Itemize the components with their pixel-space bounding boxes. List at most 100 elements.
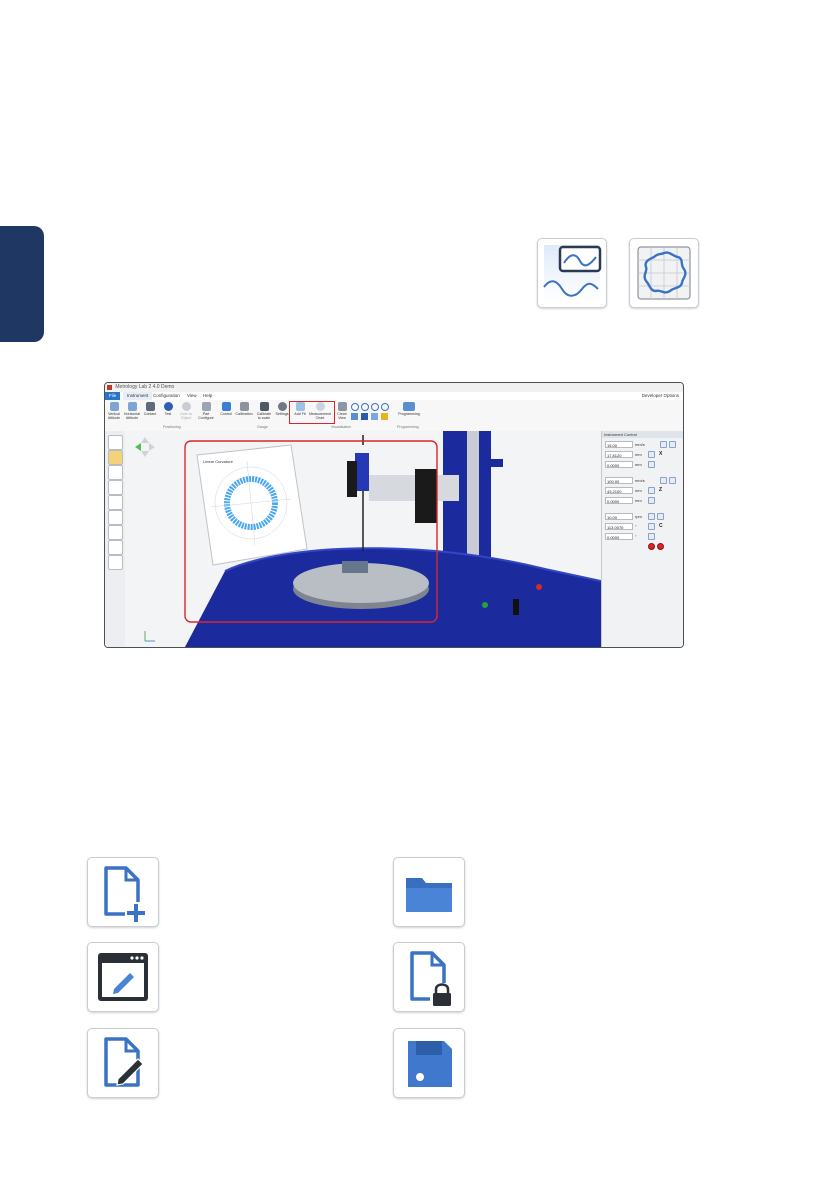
z-step-icon[interactable] (648, 497, 655, 504)
view-side-icon[interactable] (361, 413, 368, 420)
edit-file-icon (104, 1037, 144, 1087)
z-move-icon[interactable] (648, 487, 655, 494)
developer-options-link[interactable]: Developer Options (642, 392, 679, 400)
locked-file-icon (410, 951, 454, 1009)
zoom-tools (351, 403, 393, 421)
group-label-positioning: Positioning (163, 425, 181, 429)
machine-scene: Linear Curvature (135, 431, 602, 647)
menu-configuration[interactable]: Configuration (149, 392, 184, 400)
c-step-icon[interactable] (648, 533, 655, 540)
z-position-unit: mm (635, 488, 642, 493)
tool-profile-icon[interactable] (108, 465, 123, 480)
tool-sphere-icon[interactable] (108, 510, 123, 525)
zoom-out-icon[interactable] (361, 403, 369, 411)
z-speed-field[interactable]: 100.00 (605, 477, 633, 484)
x-move-icon[interactable] (648, 451, 655, 458)
open-folder-tile[interactable] (393, 857, 465, 927)
c-rotate-cw-icon[interactable] (657, 513, 664, 520)
x-position-unit: mm (635, 452, 642, 457)
x-step-icon[interactable] (648, 461, 655, 468)
c-position-unit: ° (635, 524, 637, 529)
x-speed-unit: mm/s (635, 442, 645, 447)
open-folder-icon (406, 878, 452, 912)
edit-window-tile[interactable] (87, 942, 159, 1012)
instrument-control-panel: Instrument Control 15.00 mm/s 17.8120 mm… (601, 431, 683, 647)
tool-arc-icon[interactable] (108, 525, 123, 540)
3d-viewport[interactable]: Linear Curvature (125, 431, 602, 647)
tool-curve-icon[interactable] (108, 480, 123, 495)
tool-probe-icon[interactable] (108, 555, 123, 570)
zoom-fit-icon[interactable] (371, 403, 379, 411)
ribbon-horizontal-attitude[interactable]: Horizontal Attitude (123, 402, 141, 420)
view-front-icon[interactable] (351, 413, 358, 420)
x-step-unit: mm (635, 462, 642, 467)
tool-roundness-icon[interactable] (108, 435, 123, 450)
group-label-programming: Programming (397, 425, 419, 429)
ribbon-highlight-box (289, 401, 335, 424)
app-screenshot: Metrology Lab 2 4.0 Demo File Instrument… (104, 382, 684, 648)
c-axis-label: C (659, 523, 663, 529)
c-speed-unit: rpm (635, 514, 642, 519)
ribbon-part-configure[interactable]: Part Configure (197, 402, 215, 420)
left-tool-strip (105, 431, 126, 647)
zoom-window-icon[interactable] (381, 403, 389, 411)
z-position-field[interactable]: 43.2100 (605, 487, 633, 494)
ribbon-programming[interactable]: Programming (397, 402, 421, 416)
ribbon-test[interactable]: Test (159, 402, 177, 416)
z-step-field[interactable]: 0.0000 (605, 497, 633, 504)
window-title: Metrology Lab 2 4.0 Demo (115, 384, 175, 390)
c-stop-all-button[interactable] (657, 543, 664, 550)
profile-view-icon (543, 245, 602, 301)
save-tile[interactable] (393, 1028, 465, 1098)
z-axis-label: Z (659, 487, 663, 493)
roundness-chart-icon (637, 246, 691, 300)
z-step-unit: mm (635, 498, 642, 503)
ribbon-control[interactable]: Control (217, 402, 235, 416)
ribbon-over-to-object[interactable]: Over to Object (177, 402, 195, 420)
c-step-field[interactable]: 0.0000 (605, 533, 633, 540)
zoom-in-icon[interactable] (351, 403, 359, 411)
view-top-icon[interactable] (371, 413, 378, 420)
c-rotate-ccw-icon[interactable] (648, 513, 655, 520)
x-step-field[interactable]: 0.0000 (605, 461, 633, 468)
save-floppy-icon (408, 1041, 452, 1087)
edit-window-icon (98, 953, 148, 1001)
chart-overlay-title: Linear Curvature (203, 459, 234, 464)
tool-cylinder-icon[interactable] (108, 540, 123, 555)
z-speed-unit: mm/s (635, 478, 645, 483)
c-speed-field[interactable]: 10.00 (605, 513, 633, 520)
x-minus-button[interactable] (660, 441, 667, 448)
z-plus-button[interactable] (669, 477, 676, 484)
c-move-icon[interactable] (648, 523, 655, 530)
c-step-unit: ° (635, 534, 637, 539)
x-plus-button[interactable] (669, 441, 676, 448)
c-stop-button[interactable] (648, 543, 655, 550)
new-file-tile[interactable] (87, 857, 159, 927)
menu-instrument[interactable]: Instrument (123, 392, 153, 400)
new-file-icon (104, 866, 147, 924)
tool-points-icon[interactable] (108, 495, 123, 510)
view-iso-icon[interactable] (381, 413, 388, 420)
tool-measure-icon[interactable] (108, 450, 123, 465)
x-position-field[interactable]: 17.8120 (605, 451, 633, 458)
ribbon-vertical-attitude[interactable]: Vertical Attitude (105, 402, 123, 420)
chapter-side-tab (0, 226, 44, 342)
app-logo-icon (107, 385, 112, 390)
c-position-field[interactable]: 113.0070 (605, 523, 633, 530)
group-label-gauge: Gauge (257, 425, 268, 429)
ribbon-clean-view[interactable]: Clean View (333, 402, 351, 420)
x-axis-label: X (659, 451, 663, 457)
ribbon-calibration[interactable]: Calibration (235, 402, 253, 416)
locked-file-tile[interactable] (393, 942, 465, 1012)
ribbon-contact[interactable]: Contact (141, 402, 159, 416)
profile-view-tile[interactable] (537, 238, 607, 308)
menu-help[interactable]: Help (199, 392, 216, 400)
ribbon-calibrate-to-scale[interactable]: Calibrate to scale (255, 402, 273, 420)
edit-file-tile[interactable] (87, 1028, 159, 1098)
roundness-chart-tile[interactable] (629, 238, 699, 308)
group-label-visualisation: Visualisation (331, 425, 352, 429)
z-minus-button[interactable] (660, 477, 667, 484)
menu-file[interactable]: File (105, 392, 121, 400)
ribbon-toolbar: Vertical Attitude Horizontal Attitude Co… (105, 400, 683, 432)
x-speed-field[interactable]: 15.00 (605, 441, 633, 448)
